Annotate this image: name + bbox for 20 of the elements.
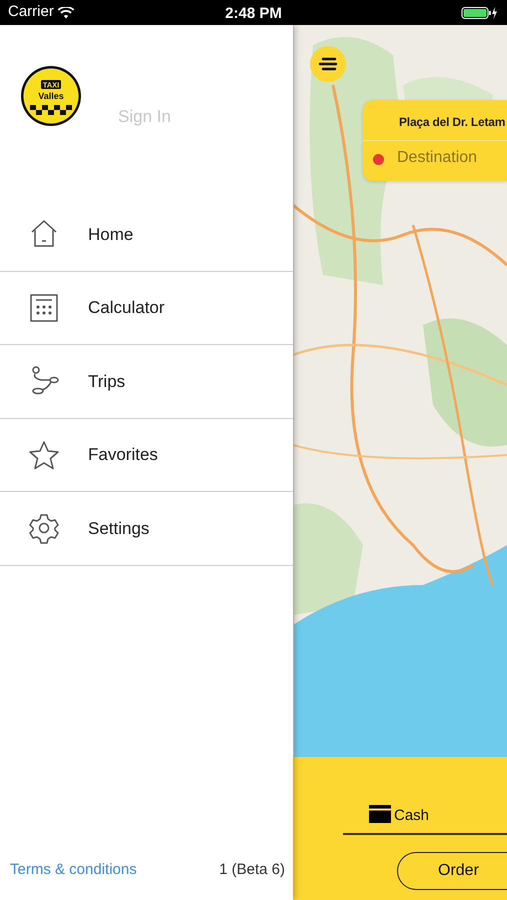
menu-item[interactable]: Home [0,198,293,272]
order-button[interactable]: Order [397,852,507,890]
star-icon [28,438,60,471]
origin-address[interactable]: Plaça del Dr. Letam [399,113,506,131]
battery-icon [461,6,499,20]
menu-item[interactable]: Calculator [0,272,293,345]
destination-dot [373,154,384,165]
calculator-icon [28,292,60,324]
destination-field[interactable]: Destination [397,146,507,170]
menu-item[interactable]: Favorites [0,418,293,492]
menu-item[interactable]: Settings [0,492,293,566]
menu-icon [318,57,338,71]
version-text: 1 (Beta 6) [219,860,285,880]
menu-item[interactable]: Trips [0,345,293,418]
carrier-text: Carrier [8,2,54,22]
clock-time: 2:48 PM [225,4,282,24]
card-icon [369,805,391,823]
payment-field[interactable]: Cash [343,805,507,835]
wifi-icon [58,6,74,18]
settings-icon [28,512,60,544]
